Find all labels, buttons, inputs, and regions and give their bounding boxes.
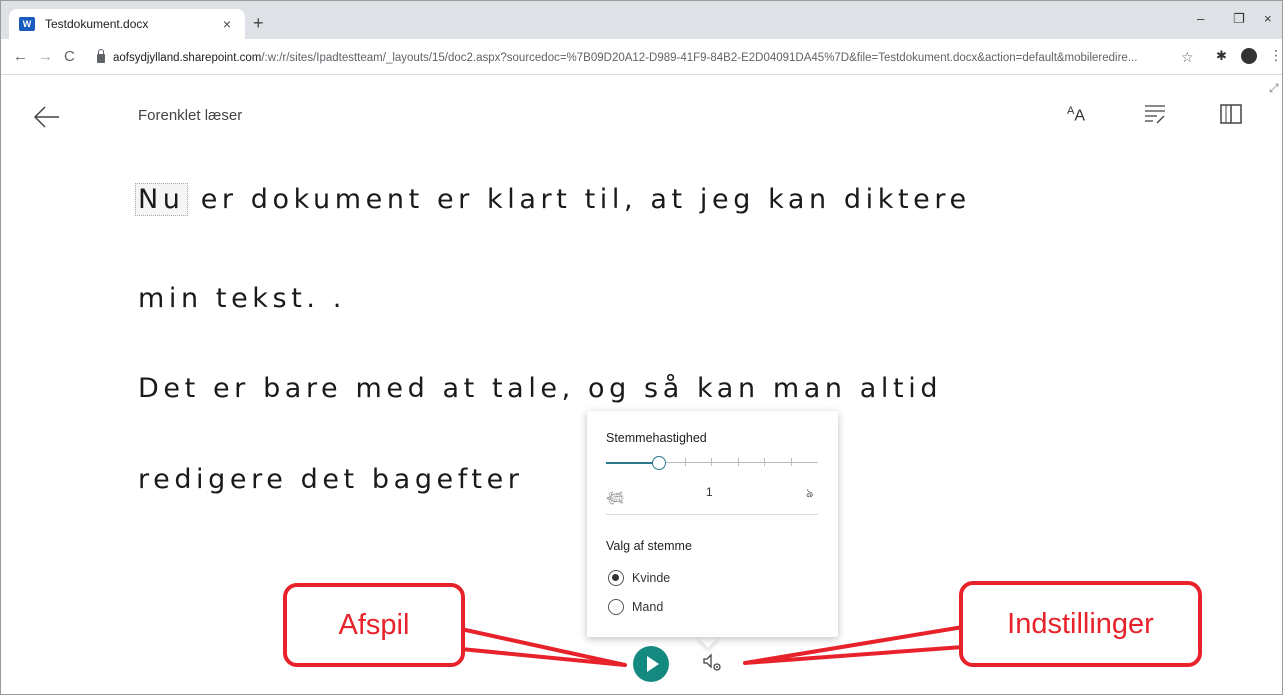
tab-title: Testdokument.docx — [45, 17, 149, 31]
profile-avatar-icon[interactable] — [1241, 48, 1257, 64]
radio-kvinde-label[interactable]: Kvinde — [632, 571, 670, 585]
turtle-icon: 𓆉 — [606, 490, 624, 504]
play-button[interactable] — [633, 646, 669, 682]
reader-line-3: Det er bare med at tale, og så kan man a… — [138, 373, 943, 404]
reader-line-4: redigere det bagefter — [138, 464, 524, 495]
radio-kvinde[interactable] — [608, 570, 624, 586]
speed-value: 1 — [706, 485, 713, 499]
bookmark-star-icon[interactable]: ☆ — [1181, 49, 1194, 66]
address-bar: ← → C aofsydjylland.sharepoint.com/:w:/r… — [1, 39, 1282, 75]
url-text: aofsydjylland.sharepoint.com/:w:/r/sites… — [113, 52, 1137, 64]
slider-tick — [685, 458, 686, 466]
divider — [606, 514, 818, 515]
grammar-options-icon[interactable] — [1143, 103, 1167, 125]
slider-tick — [711, 458, 712, 466]
radio-mand[interactable] — [608, 599, 624, 615]
reader-line-2: min tekst. . — [138, 283, 346, 314]
highlighted-word: Nu — [135, 183, 188, 216]
close-tab-icon[interactable]: × — [219, 16, 235, 32]
book-icon[interactable] — [1219, 103, 1243, 125]
tab-strip: W Testdokument.docx × + – ❐ × — [1, 1, 1282, 39]
url-input[interactable]: aofsydjylland.sharepoint.com/:w:/r/sites… — [97, 46, 1207, 70]
reload-icon[interactable]: C — [64, 48, 75, 65]
browser-window: W Testdokument.docx × + – ❐ × ← → C aofs… — [0, 0, 1283, 695]
voice-settings-popup: Stemmehastighed 𓆉 1 ঌ Valg af stemme Kvi… — [587, 411, 838, 637]
forward-icon[interactable]: → — [38, 48, 53, 65]
reader-line-1-text: er dokument er klart til, at jeg kan dik… — [187, 184, 971, 215]
url-path: /:w:/r/sites/Ipadtestteam/_layouts/15/do… — [261, 52, 1138, 64]
url-host: aofsydjylland.sharepoint.com — [113, 52, 262, 64]
radio-mand-label[interactable]: Mand — [632, 600, 663, 614]
rabbit-icon: ঌ — [806, 486, 814, 500]
back-arrow-icon[interactable] — [33, 105, 61, 129]
more-menu-icon[interactable]: ⋮ — [1269, 47, 1282, 64]
callout-indstillinger: Indstillinger — [959, 581, 1202, 667]
restore-icon[interactable]: ❐ — [1233, 11, 1245, 27]
window-close-icon[interactable]: × — [1264, 11, 1272, 26]
slider-tick — [764, 458, 765, 466]
slider-tick — [738, 458, 739, 466]
speed-slider-fill — [606, 462, 658, 464]
speed-label: Stemmehastighed — [606, 431, 707, 445]
callout-afspil: Afspil — [283, 583, 465, 667]
speed-slider-thumb[interactable] — [652, 456, 666, 470]
voice-settings-icon[interactable] — [701, 651, 723, 673]
lock-icon — [97, 48, 105, 63]
extensions-icon[interactable]: ✱ — [1216, 48, 1227, 64]
reader-title: Forenklet læser — [138, 107, 243, 124]
tab-testdokument[interactable]: W Testdokument.docx × — [9, 9, 245, 39]
resize-icon[interactable]: ⤢ — [1269, 81, 1279, 96]
minimize-icon[interactable]: – — [1197, 11, 1204, 26]
new-tab-icon[interactable]: + — [253, 13, 264, 34]
voice-choice-label: Valg af stemme — [606, 539, 692, 553]
reader-line-1: Nu er dokument er klart til, at jeg kan … — [135, 183, 971, 216]
text-size-icon[interactable]: AA — [1067, 105, 1085, 125]
word-icon: W — [19, 17, 35, 31]
back-icon[interactable]: ← — [13, 48, 28, 65]
slider-tick — [791, 458, 792, 466]
